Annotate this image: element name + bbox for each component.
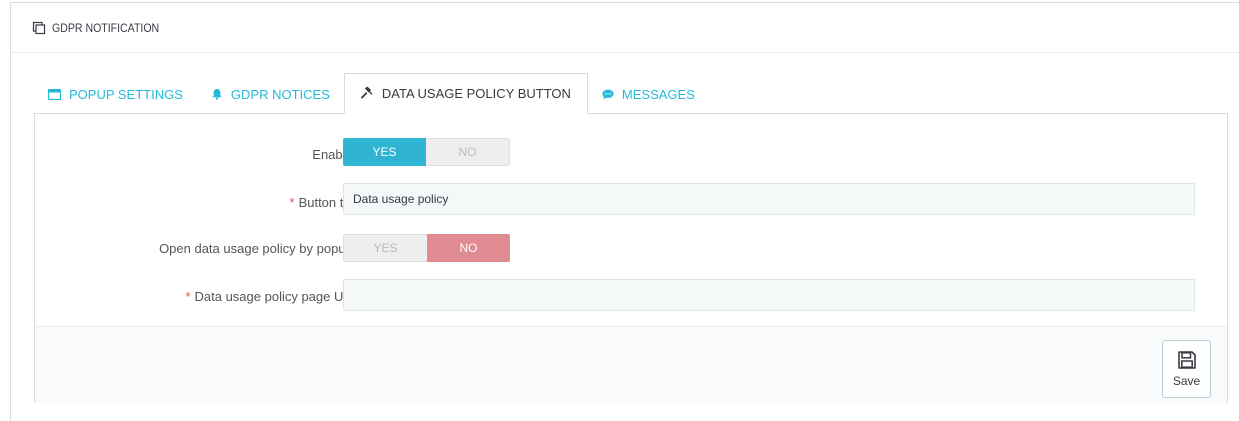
enabled-switch[interactable]: YES NO (343, 138, 510, 166)
tab-bar: POPUP SETTINGS GDPR NOTICES DATA USAGE P… (34, 73, 709, 114)
tab-messages[interactable]: MESSAGES (588, 74, 709, 114)
panel-title: GDPR NOTIFICATION (52, 20, 160, 35)
save-button[interactable]: Save (1162, 340, 1211, 398)
panel-footer: Save (35, 326, 1227, 403)
enabled-yes-option[interactable]: YES (343, 138, 426, 166)
form-body: Enabled YES NO *Button title Open data u… (35, 114, 1227, 326)
bell-icon (211, 88, 223, 100)
open-by-popup-yes-option[interactable]: YES (343, 234, 427, 262)
floppy-disk-icon (1177, 351, 1196, 369)
open-by-popup-switch[interactable]: YES NO (343, 234, 510, 262)
open-by-popup-label: Open data usage policy by popup? (159, 241, 360, 256)
save-label: Save (1172, 374, 1201, 388)
tab-popup-settings[interactable]: POPUP SETTINGS (34, 74, 197, 114)
tab-data-usage-policy-button[interactable]: DATA USAGE POLICY BUTTON (343, 73, 588, 114)
tab-content: Enabled YES NO *Button title Open data u… (34, 113, 1228, 403)
tab-gdpr-notices[interactable]: GDPR NOTICES (197, 74, 344, 114)
chat-bubble-icon (602, 89, 614, 100)
tab-label: MESSAGES (621, 86, 695, 102)
tab-label: DATA USAGE POLICY BUTTON (381, 86, 571, 101)
page-url-input[interactable] (343, 279, 1195, 311)
button-title-input[interactable] (343, 183, 1195, 215)
window-icon (48, 88, 61, 100)
required-marker: * (185, 289, 191, 304)
tab-label: GDPR NOTICES (230, 86, 330, 102)
panel-heading: GDPR NOTIFICATION (11, 3, 1239, 53)
page-url-label: * Data usage policy page URL (185, 289, 360, 304)
open-by-popup-no-option[interactable]: NO (427, 234, 510, 262)
enabled-no-option[interactable]: NO (426, 138, 510, 166)
required-marker: * (289, 195, 295, 210)
gavel-icon (360, 87, 374, 100)
gdpr-notification-panel: GDPR NOTIFICATION POPUP SETTINGS GDPR NO… (10, 2, 1239, 421)
tab-label: POPUP SETTINGS (69, 86, 183, 102)
copy-icon (32, 21, 46, 34)
